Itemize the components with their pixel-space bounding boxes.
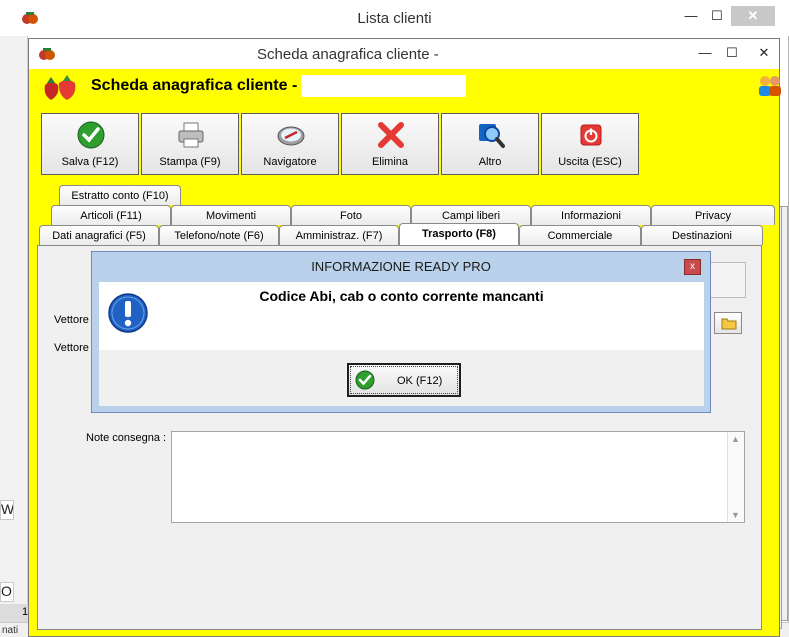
printer-icon <box>178 122 204 148</box>
tab-foto[interactable]: Foto <box>291 205 411 225</box>
other-button[interactable]: Altro <box>441 113 539 175</box>
tab-estratto-conto[interactable]: Estratto conto (F10) <box>59 185 181 205</box>
check-icon <box>355 370 375 390</box>
users-icon[interactable] <box>756 74 784 98</box>
save-button[interactable]: Salva (F12) <box>41 113 139 175</box>
bg-fragment-or: OR <box>0 582 14 602</box>
tab-articoli[interactable]: Articoli (F11) <box>51 205 171 225</box>
background-left-strip <box>0 36 28 637</box>
redacted-customer-name <box>301 75 466 97</box>
tab-privacy[interactable]: Privacy <box>651 205 775 225</box>
other-button-label: Altro <box>478 156 502 168</box>
tab-telefono-note[interactable]: Telefono/note (F6) <box>159 225 279 245</box>
window-title: Scheda anagrafica cliente - N <box>257 46 454 63</box>
info-dialog: INFORMAZIONE READY PRO x Codice Abi, cab… <box>91 251 711 413</box>
vettore2-label: Vettore <box>54 342 89 354</box>
tab-amministrazione[interactable]: Amministraz. (F7) <box>279 225 399 245</box>
minimize-button[interactable]: — <box>692 43 718 63</box>
exit-button[interactable]: Uscita (ESC) <box>541 113 639 175</box>
tab-campi-liberi[interactable]: Campi liberi <box>411 205 531 225</box>
check-icon <box>77 121 105 149</box>
background-title-bar: Lista clienti — ☐ ✕ <box>0 0 789 36</box>
folder-icon <box>721 318 737 330</box>
navigator-button[interactable]: Navigatore <box>241 113 339 175</box>
delete-button-label: Elimina <box>371 156 409 168</box>
note-label: Note consegna : <box>86 432 167 444</box>
note-consegna-textarea[interactable]: ▲ ▼ <box>171 431 745 523</box>
power-icon <box>580 124 602 146</box>
scroll-up-icon[interactable]: ▲ <box>731 434 740 444</box>
tab-movimenti[interactable]: Movimenti <box>171 205 291 225</box>
dialog-message-area: Codice Abi, cab o conto corrente mancant… <box>99 282 704 350</box>
background-window-title: Lista clienti <box>357 10 432 27</box>
tab-commerciale[interactable]: Commerciale <box>519 225 641 245</box>
dialog-body: Codice Abi, cab o conto corrente mancant… <box>99 282 704 406</box>
bg-bottom-text: nati <box>2 625 19 636</box>
title-bar: Scheda anagrafica cliente - N — ☐ ✕ <box>29 39 779 69</box>
navigator-button-label: Navigatore <box>263 156 317 168</box>
ok-button[interactable]: OK (F12) <box>347 363 461 397</box>
delete-button[interactable]: Elimina <box>341 113 439 175</box>
tab-trasporto[interactable]: Trasporto (F8) <box>399 223 519 245</box>
header-row: Scheda anagrafica cliente - I <box>29 69 781 103</box>
close-button[interactable]: ✕ <box>751 43 777 63</box>
print-button[interactable]: Stampa (F9) <box>141 113 239 175</box>
tab-destinazioni[interactable]: Destinazioni <box>641 225 763 245</box>
exit-button-label: Uscita (ESC) <box>558 156 622 168</box>
maximize-button[interactable]: ☐ <box>719 43 745 63</box>
tab-informazioni[interactable]: Informazioni <box>531 205 651 225</box>
note-scrollbar[interactable]: ▲ ▼ <box>727 432 744 522</box>
ok-button-label: OK (F12) <box>397 375 443 387</box>
magnifier-icon <box>479 124 505 148</box>
vettore-label: Vettore <box>54 314 89 326</box>
bg-bottom-cell: 1 <box>0 604 30 622</box>
redacted-name <box>443 44 583 64</box>
bg-fragment-w: W <box>0 500 14 520</box>
dialog-message: Codice Abi, cab o conto corrente mancant… <box>259 288 544 304</box>
browse-button[interactable] <box>714 312 742 334</box>
print-button-label: Stampa (F9) <box>159 156 221 168</box>
bg-close-button[interactable]: ✕ <box>731 6 775 26</box>
dialog-title: INFORMAZIONE READY PRO <box>311 259 491 274</box>
x-icon <box>378 122 404 148</box>
bg-maximize-button[interactable]: ☐ <box>704 6 730 26</box>
bg-minimize-button[interactable]: — <box>678 6 704 26</box>
app-icon <box>39 48 55 60</box>
scroll-down-icon[interactable]: ▼ <box>731 510 740 520</box>
strawberry-logo-icon <box>44 75 76 100</box>
dialog-close-button[interactable]: x <box>684 259 701 275</box>
save-button-label: Salva (F12) <box>61 156 119 168</box>
tab-dati-anagrafici[interactable]: Dati anagrafici (F5) <box>39 225 159 245</box>
compass-icon <box>277 126 305 146</box>
record-title: Scheda anagrafica cliente - I <box>91 77 307 94</box>
